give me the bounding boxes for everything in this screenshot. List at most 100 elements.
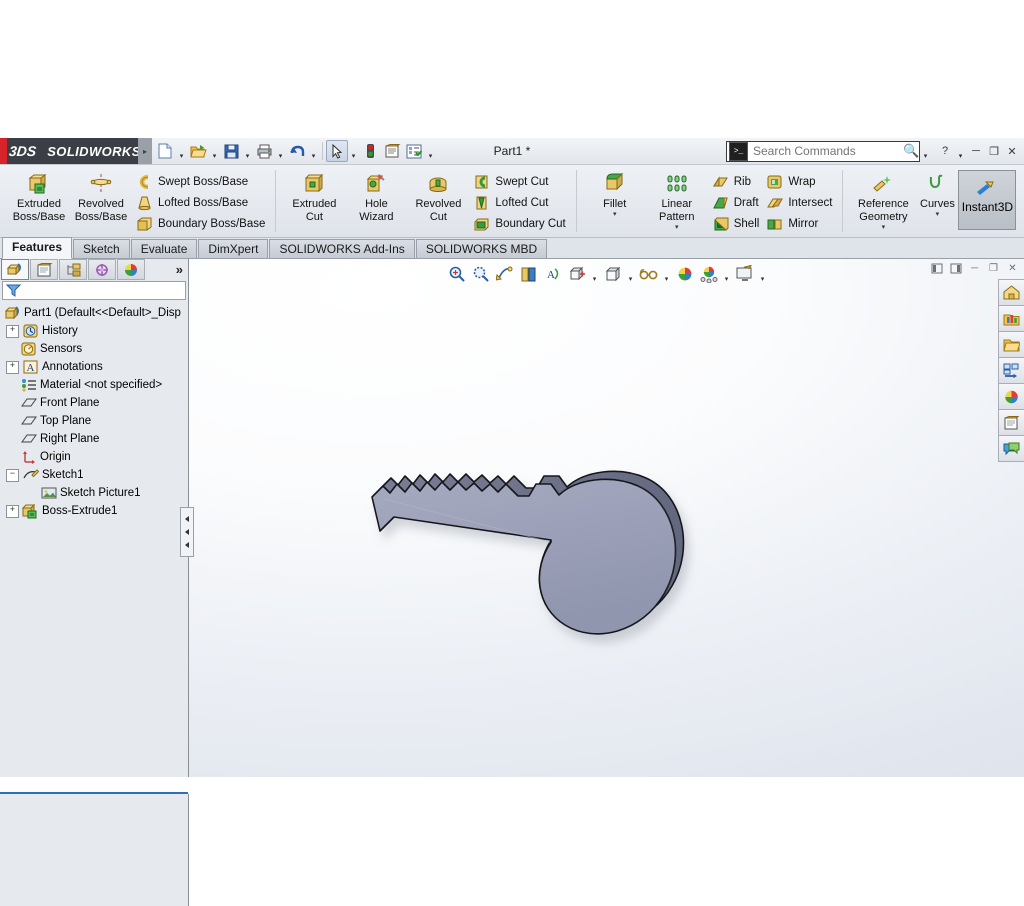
tab-solidworks-add-ins[interactable]: SOLIDWORKS Add-Ins <box>269 239 415 258</box>
swept-cut-button[interactable]: Swept Cut <box>469 172 568 192</box>
menu-expand-arrow[interactable]: ▸ <box>138 138 152 164</box>
restore-window-button[interactable]: ❐ <box>986 143 1002 159</box>
scene-dropdown[interactable]: ▾ <box>722 261 732 288</box>
swept-boss-base-button[interactable]: Swept Boss/Base <box>132 172 268 192</box>
property-manager-tab[interactable] <box>30 259 58 280</box>
open-document-button[interactable] <box>187 140 209 162</box>
select-tool-button[interactable] <box>326 140 348 162</box>
lofted-cut-button[interactable]: Lofted Cut <box>469 193 568 213</box>
appearance-sphere-icon[interactable] <box>674 263 696 285</box>
feature-tree[interactable]: Part1 (Default<<Default>_Disp + History <box>0 302 188 777</box>
tab-dimxpert[interactable]: DimXpert <box>198 239 269 258</box>
save-document-dropdown[interactable]: ▾ <box>242 140 253 163</box>
hide-show-dropdown[interactable]: ▾ <box>662 261 672 288</box>
revolved-cut-button[interactable]: Revolved Cut <box>407 168 469 223</box>
view-settings-icon[interactable] <box>734 263 756 285</box>
tab-solidworks-mbd[interactable]: SOLIDWORKS MBD <box>415 239 548 258</box>
boundary-boss-base-button[interactable]: Boundary Boss/Base <box>132 214 268 234</box>
print-document-dropdown[interactable]: ▾ <box>275 140 286 163</box>
extruded-cut-button[interactable]: Extruded Cut <box>283 168 345 223</box>
hole-wizard-button[interactable]: Hole Wizard <box>345 168 407 223</box>
tree-item-origin[interactable]: Origin <box>0 448 188 466</box>
tree-item-sketch-picture1[interactable]: Sketch Picture1 <box>0 484 188 502</box>
fillet-dropdown[interactable]: ▾ <box>613 211 617 219</box>
tree-item-front-plane[interactable]: Front Plane <box>0 394 188 412</box>
save-document-button[interactable] <box>220 140 242 162</box>
feature-manager-splitter[interactable] <box>180 507 194 557</box>
minimize-window-button[interactable]: ─ <box>968 143 984 159</box>
design-library-button[interactable] <box>998 305 1024 332</box>
undo-button[interactable] <box>286 140 308 162</box>
file-explorer-button[interactable] <box>998 331 1024 358</box>
appearances-scenes-decals-button[interactable] <box>998 383 1024 410</box>
graphics-area[interactable]: ─ ❐ ✕ A ▾ ▾ ▾ ▾ ▾ <box>189 259 1024 777</box>
rebuild-button[interactable] <box>359 140 381 162</box>
file-properties-button[interactable] <box>381 140 403 162</box>
revolved-boss-base-button[interactable]: Revolved Boss/Base <box>70 168 132 223</box>
tree-item-history[interactable]: + History <box>0 322 188 340</box>
search-dropdown[interactable]: ▾ <box>920 140 931 163</box>
mirror-button[interactable]: Mirror <box>762 214 835 234</box>
new-document-button[interactable] <box>154 140 176 162</box>
zoom-fit-icon[interactable] <box>446 263 468 285</box>
tree-item-sensors[interactable]: Sensors <box>0 340 188 358</box>
wrap-button[interactable]: Wrap <box>762 172 835 192</box>
help-icon[interactable]: ? <box>937 143 953 159</box>
draft-button[interactable]: Draft <box>708 193 763 213</box>
previous-view-icon[interactable] <box>494 263 516 285</box>
shell-button[interactable]: Shell <box>708 214 763 234</box>
glasses-icon[interactable] <box>638 263 660 285</box>
expand-history[interactable]: + <box>6 324 19 338</box>
curves-dropdown[interactable]: ▾ <box>936 211 940 219</box>
view-orientation-dropdown[interactable]: ▾ <box>590 261 600 288</box>
custom-properties-button[interactable] <box>998 409 1024 436</box>
print-document-button[interactable] <box>253 140 275 162</box>
tree-item-annotations[interactable]: + A Annotations <box>0 358 188 376</box>
boundary-cut-button[interactable]: Boundary Cut <box>469 214 568 234</box>
expand-boss-extrude1[interactable]: + <box>6 504 19 518</box>
display-style-cube-icon[interactable] <box>602 263 624 285</box>
search-magnifier-icon[interactable]: 🔍 <box>903 143 919 159</box>
search-commands-box[interactable]: >_ Search Commands 🔍 <box>726 140 920 162</box>
search-input[interactable]: Search Commands <box>750 144 903 158</box>
new-document-dropdown[interactable]: ▾ <box>176 140 187 163</box>
open-document-dropdown[interactable]: ▾ <box>209 140 220 163</box>
help-dropdown[interactable]: ▾ <box>955 140 966 163</box>
view-palette-button[interactable] <box>998 357 1024 384</box>
collapse-sketch1[interactable]: − <box>6 468 19 482</box>
options-dropdown[interactable]: ▾ <box>425 140 436 163</box>
view-orientation-cube-icon[interactable] <box>566 263 588 285</box>
scene-icon[interactable] <box>698 263 720 285</box>
extruded-boss-base-button[interactable]: Extruded Boss/Base <box>8 168 70 223</box>
linear-pattern-dropdown[interactable]: ▾ <box>675 224 679 232</box>
annotation-view-icon[interactable]: A <box>542 263 564 285</box>
configuration-manager-tab[interactable] <box>59 259 87 280</box>
tree-item-boss-extrude1[interactable]: + Boss-Extrude1 <box>0 502 188 520</box>
solidworks-forum-button[interactable] <box>998 435 1024 462</box>
display-style-dropdown[interactable]: ▾ <box>626 261 636 288</box>
select-tool-dropdown[interactable]: ▾ <box>348 140 359 163</box>
solidworks-resources-button[interactable] <box>998 279 1024 306</box>
tree-item-right-plane[interactable]: Right Plane <box>0 430 188 448</box>
view-settings-dropdown[interactable]: ▾ <box>758 261 768 288</box>
zoom-area-icon[interactable] <box>470 263 492 285</box>
curves-button[interactable]: Curves ▾ <box>916 168 958 219</box>
tree-item-material[interactable]: Material <not specified> <box>0 376 188 394</box>
tree-item-sketch1[interactable]: − Sketch1 <box>0 466 188 484</box>
lofted-boss-base-button[interactable]: Lofted Boss/Base <box>132 193 268 213</box>
reference-geometry-dropdown[interactable]: ▾ <box>882 224 886 232</box>
fillet-button[interactable]: Fillet ▾ <box>584 168 646 219</box>
tree-item-part[interactable]: Part1 (Default<<Default>_Disp <box>0 304 188 322</box>
tab-sketch[interactable]: Sketch <box>73 239 130 258</box>
rib-button[interactable]: Rib <box>708 172 763 192</box>
linear-pattern-button[interactable]: Linear Pattern ▾ <box>646 168 708 232</box>
feature-tree-filter-input[interactable] <box>2 281 186 300</box>
feature-manager-more-tabs[interactable]: » <box>176 262 183 277</box>
section-view-icon[interactable] <box>518 263 540 285</box>
expand-annotations[interactable]: + <box>6 360 19 374</box>
reference-geometry-button[interactable]: Reference Geometry ▾ <box>850 168 916 232</box>
intersect-button[interactable]: Intersect <box>762 193 835 213</box>
feature-manager-design-tree-tab[interactable] <box>1 259 29 280</box>
dimxpert-manager-tab[interactable] <box>88 259 116 280</box>
key-part-model[interactable] <box>354 454 784 667</box>
